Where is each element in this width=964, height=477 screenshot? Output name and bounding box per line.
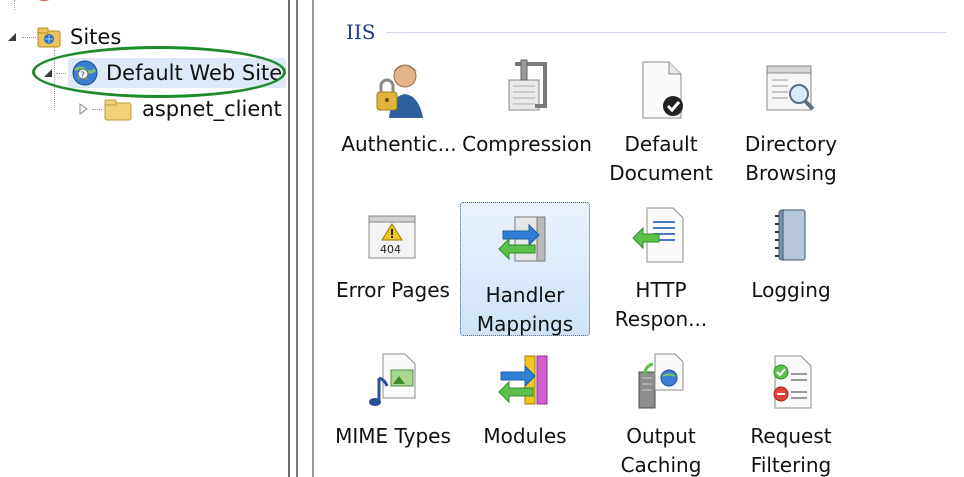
- feature-compression[interactable]: Compression: [462, 52, 592, 192]
- tree-node-aspnet-client[interactable]: aspnet_client: [78, 96, 282, 122]
- feature-label: Authentic...: [341, 132, 457, 156]
- feature-directory-browsing[interactable]: Directory Browsing: [726, 52, 856, 192]
- group-divider: [385, 31, 946, 33]
- tree-node-sites[interactable]: Sites: [6, 24, 121, 50]
- default-document-icon: [642, 61, 683, 119]
- error-pages-icon: 404: [368, 215, 416, 259]
- feature-modules[interactable]: Modules: [460, 344, 590, 477]
- sites-label: Sites: [70, 25, 122, 49]
- feature-label: MIME Types: [335, 424, 451, 448]
- feature-label: Output Caching: [620, 424, 702, 477]
- feature-default-document[interactable]: Default Document: [596, 52, 726, 192]
- group-title: IIS: [346, 20, 376, 44]
- output-caching-icon: [638, 353, 684, 409]
- connections-tree: Sites ? Default Web Site aspnet_client: [0, 0, 288, 477]
- mime-types-icon: [369, 353, 416, 406]
- modules-icon: [498, 355, 548, 405]
- feature-label: Request Filtering: [750, 424, 832, 477]
- feature-http-response-headers[interactable]: HTTP Respon...: [596, 198, 726, 338]
- feature-label: Default Document: [609, 132, 713, 185]
- feature-logging[interactable]: Logging: [726, 198, 856, 338]
- feature-error-pages[interactable]: 404 Error Pages: [328, 198, 458, 338]
- authentication-icon: [376, 64, 423, 118]
- request-filtering-icon: [773, 355, 812, 409]
- feature-request-filtering[interactable]: Request Filtering: [726, 344, 856, 477]
- feature-label: Error Pages: [336, 278, 450, 302]
- feature-label: Modules: [483, 424, 567, 448]
- feature-label: Logging: [751, 278, 831, 302]
- feature-handler-mappings[interactable]: Handler Mappings: [460, 202, 590, 336]
- features-view: IIS Authentic... Compression Default Doc…: [314, 0, 964, 477]
- application-pools-node-partial[interactable]: [30, 0, 90, 6]
- compression-icon: [508, 59, 547, 111]
- group-header-iis: IIS: [346, 20, 946, 44]
- logging-icon: [775, 209, 806, 261]
- folder-icon: [104, 99, 132, 121]
- http-response-icon: [632, 207, 684, 263]
- feature-label: HTTP Respon...: [614, 278, 708, 331]
- iis-manager-window: Sites ? Default Web Site aspnet_client I…: [0, 0, 964, 477]
- aspnet-client-label: aspnet_client: [142, 97, 282, 121]
- expand-triangle-icon[interactable]: [78, 103, 90, 115]
- sites-folder-icon: [37, 27, 61, 48]
- feature-label: Handler Mappings: [476, 283, 574, 336]
- feature-mime-types[interactable]: MIME Types: [328, 344, 458, 477]
- feature-label: Compression: [462, 132, 592, 156]
- collapse-triangle-icon[interactable]: [6, 31, 18, 43]
- svg-text:404: 404: [380, 243, 401, 256]
- panel-splitter[interactable]: [288, 0, 314, 477]
- feature-label: Directory Browsing: [744, 132, 838, 185]
- app-pools-icon: [38, 0, 50, 1]
- handler-mappings-icon: [498, 216, 546, 262]
- highlight-annotation-oval: [32, 46, 286, 98]
- directory-browsing-icon: [766, 65, 815, 111]
- feature-authentication[interactable]: Authentic...: [334, 52, 464, 192]
- feature-output-caching[interactable]: Output Caching: [596, 344, 726, 477]
